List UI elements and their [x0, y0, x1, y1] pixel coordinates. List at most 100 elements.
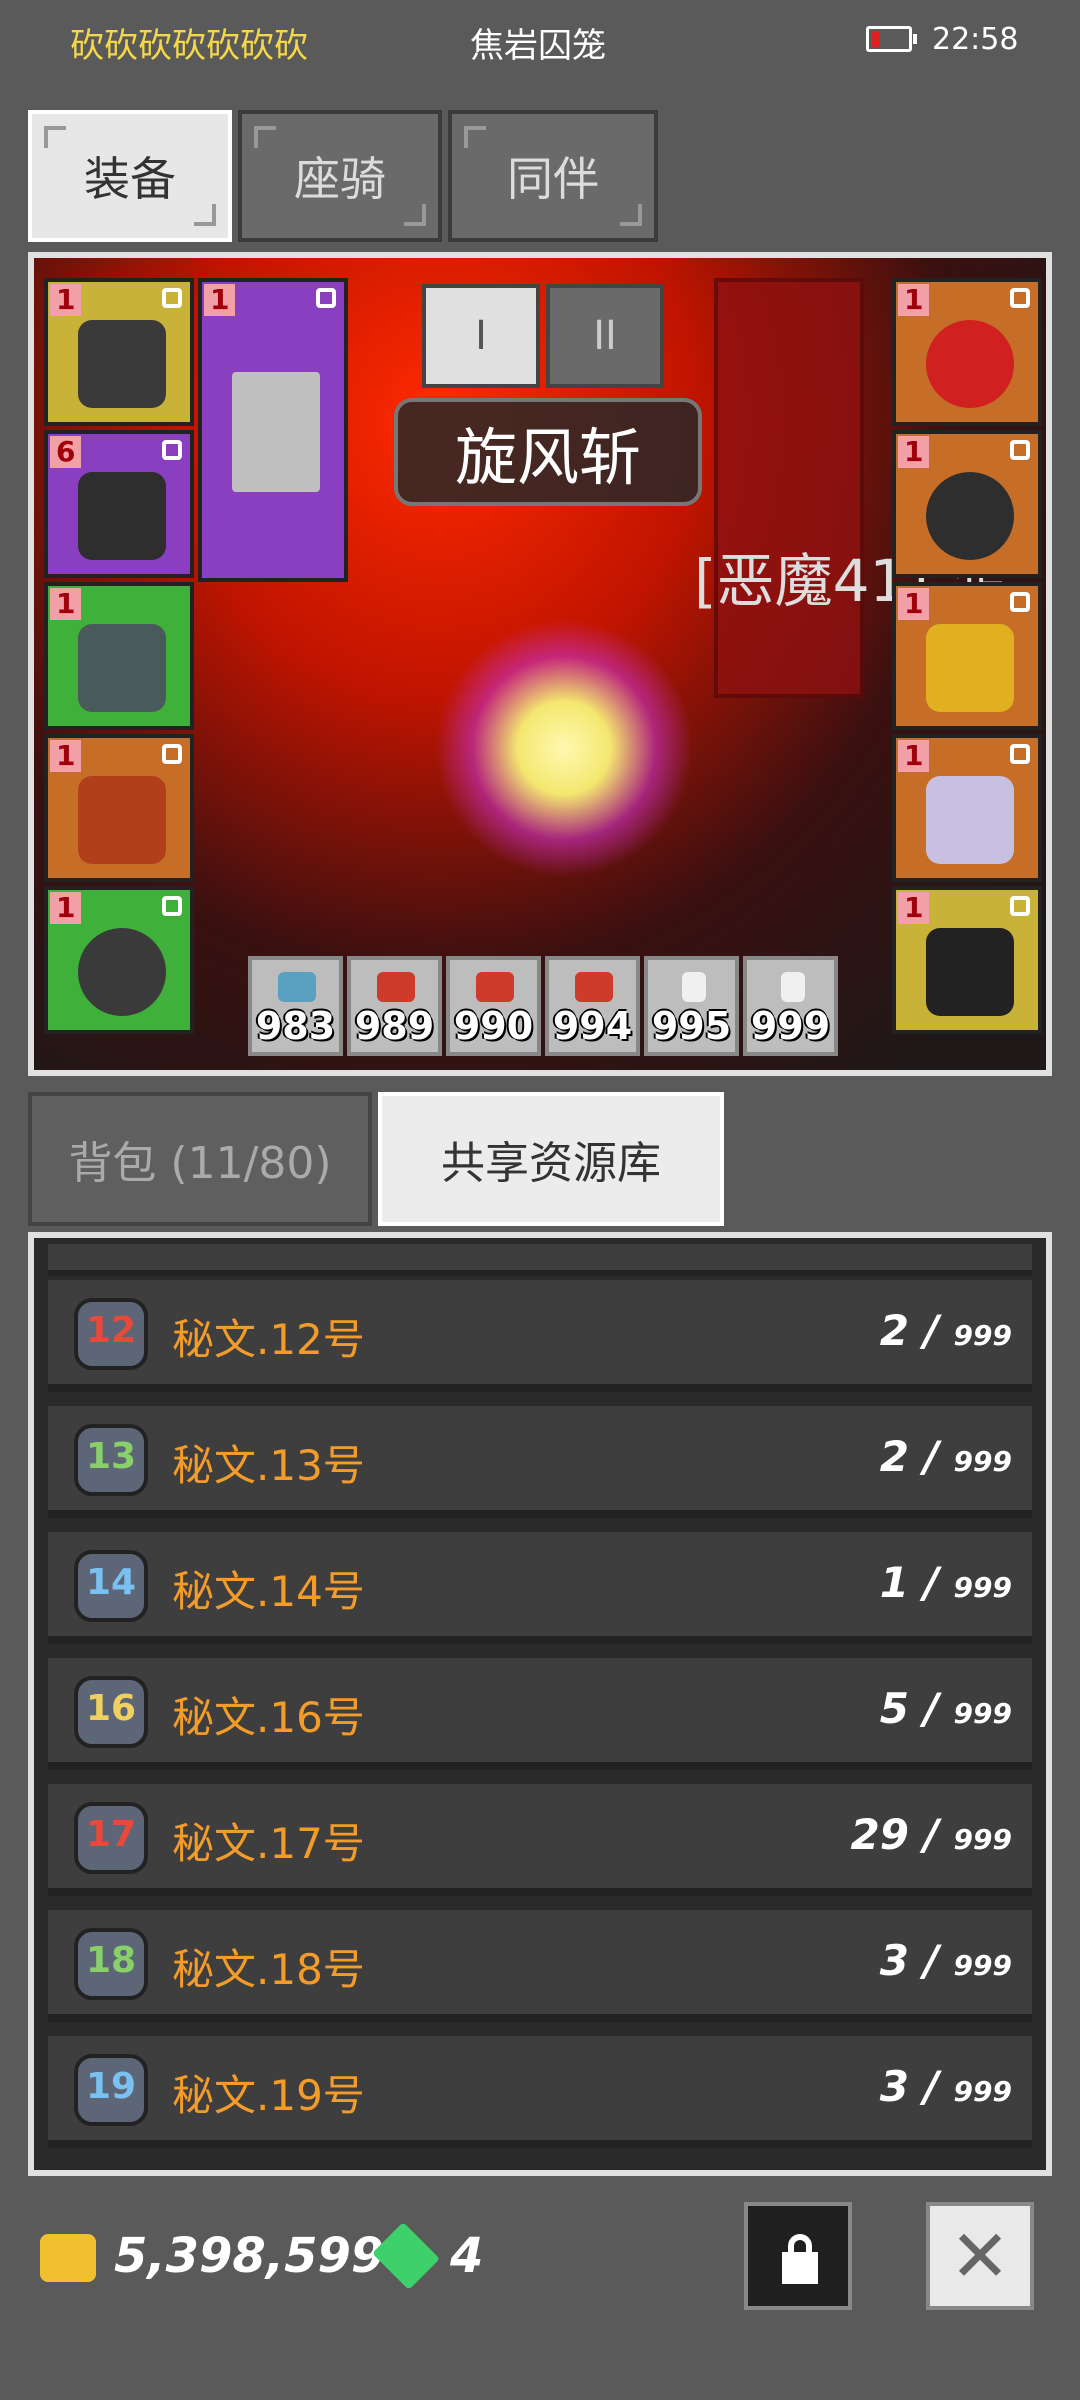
- list-item[interactable]: 19 秘文.19号 3 / 999: [48, 2036, 1032, 2148]
- belt-icon: [78, 928, 166, 1016]
- equip-slot-armor[interactable]: 6: [44, 430, 194, 578]
- item-name: 秘文.18号: [172, 1945, 365, 1994]
- lock-icon: [1010, 440, 1030, 460]
- quantity-current: 29: [850, 1810, 909, 1859]
- quantity-current: 3: [879, 1936, 909, 1985]
- consumable-slot[interactable]: 989: [347, 956, 442, 1056]
- item-quantity: 1 / 999: [879, 1558, 1012, 1607]
- hero-character: [434, 618, 694, 878]
- equip-slot-ring[interactable]: 1: [892, 430, 1042, 578]
- lock-icon: [316, 288, 336, 308]
- boots-icon: [78, 776, 166, 864]
- rune-number: 18: [85, 1940, 137, 1981]
- quantity-max: 999: [953, 1571, 1012, 1604]
- fish-icon: [278, 972, 316, 1002]
- slot-level: 1: [898, 436, 930, 468]
- slot-level: 1: [50, 588, 82, 620]
- consumable-slot[interactable]: 999: [743, 956, 838, 1056]
- close-icon: ✕: [949, 2214, 1011, 2298]
- item-name: 秘文.13号: [172, 1441, 365, 1490]
- gloves-icon: [78, 624, 166, 712]
- equip-slot-companion[interactable]: 1: [892, 886, 1042, 1034]
- consumable-bar: 983 989 990 994 995 999: [248, 956, 838, 1060]
- item-name: 秘文.16号: [172, 1693, 365, 1742]
- equip-slot-belt[interactable]: 1: [44, 886, 194, 1034]
- consumable-slot[interactable]: 983: [248, 956, 343, 1056]
- lock-icon: [1010, 288, 1030, 308]
- rune-number: 19: [85, 2066, 137, 2107]
- lock-button[interactable]: [744, 2202, 852, 2310]
- quantity-max: 999: [953, 1823, 1012, 1856]
- skill-tab-2[interactable]: II: [546, 284, 664, 388]
- lock-icon: [162, 440, 182, 460]
- mount-icon: [926, 776, 1014, 864]
- equip-slot-weapon[interactable]: 1: [198, 278, 348, 582]
- consumable-count: 994: [552, 1004, 633, 1048]
- consumable-slot[interactable]: 995: [644, 956, 739, 1056]
- meat-icon: [377, 972, 415, 1002]
- quantity-max: 999: [953, 1949, 1012, 1982]
- corner-decoration-icon: [194, 204, 216, 226]
- armor-icon: [78, 472, 166, 560]
- battery-icon: [866, 26, 917, 52]
- potion-icon: [781, 972, 805, 1002]
- lock-icon: [162, 896, 182, 916]
- quantity-current: 3: [879, 2062, 909, 2111]
- item-quantity: 2 / 999: [879, 1432, 1012, 1481]
- slot-level: 1: [898, 588, 930, 620]
- quantity-current: 2: [879, 1432, 909, 1481]
- equip-slot-bracelet[interactable]: 1: [892, 582, 1042, 730]
- gem-amount: 4: [450, 2228, 484, 2284]
- gold-amount: 5,398,599: [114, 2228, 385, 2284]
- item-quantity: 29 / 999: [850, 1810, 1013, 1859]
- battle-scene: 1 6 1 1 1 1 I II 旋风斩 [恶魔41] 鸿 1 1 1 1 1 …: [28, 252, 1052, 1076]
- equip-slot-amulet[interactable]: 1: [892, 278, 1042, 426]
- list-item[interactable]: 18 秘文.18号 3 / 999: [48, 1910, 1032, 2022]
- slot-level: 1: [898, 284, 930, 316]
- consumable-count: 983: [255, 1004, 336, 1048]
- footer-bar: 5,398,599 4 ✕: [0, 2186, 1080, 2346]
- slot-level: 1: [898, 740, 930, 772]
- resource-list[interactable]: 12 秘文.12号 2 / 999 13 秘文.13号 2 / 999 14 秘…: [28, 1232, 1052, 2176]
- lock-icon: [162, 288, 182, 308]
- equip-slot-boots[interactable]: 1: [44, 734, 194, 882]
- corner-decoration-icon: [620, 204, 642, 226]
- equip-slot-mount[interactable]: 1: [892, 734, 1042, 882]
- tab-mount[interactable]: 座骑: [238, 110, 442, 242]
- tab-companion[interactable]: 同伴: [448, 110, 658, 242]
- list-item[interactable]: 17 秘文.17号 29 / 999: [48, 1784, 1032, 1896]
- equip-slot-gloves[interactable]: 1: [44, 582, 194, 730]
- skill-name-label: 旋风斩: [394, 398, 702, 506]
- equip-slot-helmet[interactable]: 1: [44, 278, 194, 426]
- item-name: 秘文.19号: [172, 2071, 365, 2120]
- list-item[interactable]: 13 秘文.13号 2 / 999: [48, 1406, 1032, 1518]
- consumable-count: 999: [750, 1004, 831, 1048]
- consumable-count: 990: [453, 1004, 534, 1048]
- rune-stone-icon: 17: [74, 1802, 148, 1874]
- consumable-slot[interactable]: 994: [545, 956, 640, 1056]
- rune-stone-icon: 19: [74, 2054, 148, 2126]
- tab-shared-storage[interactable]: 共享资源库: [378, 1092, 724, 1226]
- list-item[interactable]: 12 秘文.12号 2 / 999: [48, 1280, 1032, 1392]
- list-item[interactable]: 16 秘文.16号 5 / 999: [48, 1658, 1032, 1770]
- axe-icon: [232, 372, 320, 492]
- tab-backpack[interactable]: 背包 (11/80): [28, 1092, 372, 1226]
- rune-number: 16: [85, 1688, 137, 1729]
- corner-decoration-icon: [404, 204, 426, 226]
- rune-number: 17: [85, 1814, 137, 1855]
- list-item[interactable]: [48, 1244, 1032, 1276]
- corner-decoration-icon: [254, 126, 276, 148]
- tab-equipment[interactable]: 装备: [28, 110, 232, 242]
- slot-level: 6: [50, 436, 82, 468]
- slot-level: 1: [50, 892, 82, 924]
- close-button[interactable]: ✕: [926, 2202, 1034, 2310]
- quantity-max: 999: [953, 2075, 1012, 2108]
- list-item[interactable]: 14 秘文.14号 1 / 999: [48, 1532, 1032, 1644]
- slot-level: 1: [204, 284, 236, 316]
- consumable-slot[interactable]: 990: [446, 956, 541, 1056]
- skill-tab-1[interactable]: I: [422, 284, 540, 388]
- slot-level: 1: [50, 284, 82, 316]
- item-name: 秘文.12号: [172, 1315, 365, 1364]
- potion-icon: [682, 972, 706, 1002]
- item-quantity: 3 / 999: [879, 1936, 1012, 1985]
